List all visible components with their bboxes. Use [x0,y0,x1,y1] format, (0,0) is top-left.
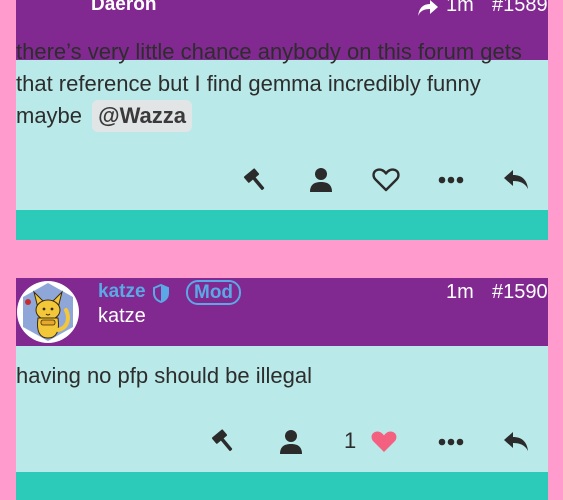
heart-filled-icon[interactable] [368,427,400,457]
post-number[interactable]: #1590 [492,281,548,304]
post-username[interactable]: Daeron [91,0,156,16]
user-icon[interactable] [276,426,306,458]
shield-icon [151,282,171,304]
like-count[interactable]: 1 [344,428,356,454]
post-time: 1m [446,0,474,16]
reply-arrow-icon [416,0,440,18]
post-username[interactable]: katze [98,281,146,303]
flag-icon[interactable] [208,426,240,458]
mention-link[interactable]: @Wazza [92,100,193,132]
post-time: 1m [446,281,474,303]
post-number[interactable]: #1589 [492,0,548,17]
post-body: there’s very little chance anybody on th… [16,39,548,210]
mod-badge: Mod [186,280,242,305]
avatar[interactable] [16,280,80,344]
post-text-line: that reference but I find gemma incredib… [16,71,481,96]
post-text-line: maybe @Wazza [16,100,522,132]
more-icon[interactable] [436,432,466,452]
post-text: there’s very little chance anybody on th… [16,36,522,132]
post-text-line: there’s very little chance anybody on th… [16,39,522,64]
more-icon[interactable] [436,170,466,190]
user-icon[interactable] [306,164,336,196]
post-body: having no pfp should be illegal 1 [16,346,548,472]
reply-icon[interactable] [500,165,532,195]
reply-icon[interactable] [500,427,532,457]
post-1590: katze Mod katze 1m #1590 having no pfp s… [16,278,548,500]
post-footer [16,210,548,240]
post-1589: Daeron 1m #1589 there’s very little chan… [16,0,548,240]
post-display-name: katze [98,305,146,327]
flag-icon[interactable] [240,165,272,197]
post-footer [16,472,548,500]
post-header: katze Mod katze 1m #1590 [16,278,548,346]
post-text: having no pfp should be illegal [16,363,313,388]
post-text-line-prefix: maybe [16,103,89,128]
heart-icon[interactable] [370,165,402,195]
